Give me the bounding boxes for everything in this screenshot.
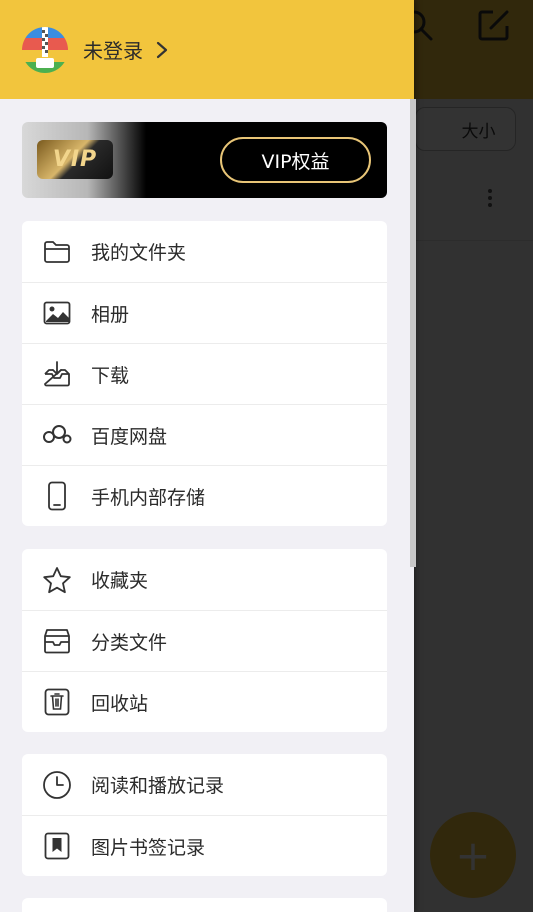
chevron-right-icon[interactable] xyxy=(153,41,171,59)
drawer-scrollbar[interactable] xyxy=(410,99,416,567)
star-icon xyxy=(42,565,72,595)
drawer-header[interactable]: 未登录 xyxy=(0,0,414,99)
menu-item-label: 回收站 xyxy=(91,692,149,715)
menu-item-recycle-bin[interactable]: 回收站 xyxy=(22,671,387,732)
vip-badge-text: VIP xyxy=(52,147,98,172)
category-box-icon xyxy=(42,626,72,656)
menu-item-categorized-files[interactable]: 分类文件 xyxy=(22,610,387,671)
menu-item-label: 手机内部存储 xyxy=(91,486,206,509)
menu-group-collections: 收藏夹 分类文件 回收站 xyxy=(22,549,387,732)
bookmark-icon xyxy=(42,831,72,861)
menu-item-label: 百度网盘 xyxy=(91,425,168,448)
menu-item-my-folders[interactable]: 我的文件夹 xyxy=(22,221,387,282)
menu-item-reading-history[interactable]: 阅读和播放记录 xyxy=(22,754,387,815)
menu-item-label: 图片书签记录 xyxy=(91,836,206,859)
menu-item-label: 收藏夹 xyxy=(91,570,149,592)
menu-group-history: 阅读和播放记录 图片书签记录 xyxy=(22,754,387,876)
menu-group-storage: 我的文件夹 相册 下载 百度网盘 手机内部存储 xyxy=(22,221,387,526)
download-icon xyxy=(42,359,72,389)
navigation-drawer: 未登录 VIP VIP权益 我的文件夹 相册 下载 百度网盘 手机内部存储 收藏… xyxy=(0,0,416,912)
menu-item-favorites[interactable]: 收藏夹 xyxy=(22,549,387,610)
menu-item-label: 相册 xyxy=(91,303,130,326)
vip-badge: VIP xyxy=(37,140,113,179)
folder-icon xyxy=(42,237,72,267)
menu-item-album[interactable]: 相册 xyxy=(22,282,387,343)
zip-app-avatar-icon[interactable] xyxy=(22,26,68,73)
menu-item-phone-storage[interactable]: 手机内部存储 xyxy=(22,465,387,526)
menu-item-label: 分类文件 xyxy=(91,631,168,654)
menu-item-baidu-netdisk[interactable]: 百度网盘 xyxy=(22,404,387,465)
vip-benefits-button[interactable]: VIP权益 xyxy=(220,137,371,183)
menu-item-label: 阅读和播放记录 xyxy=(91,775,225,797)
baidu-netdisk-icon xyxy=(42,420,72,450)
image-icon xyxy=(42,298,72,328)
menu-group-more xyxy=(22,898,387,912)
login-status-text[interactable]: 未登录 xyxy=(83,35,143,64)
menu-item-image-bookmarks[interactable]: 图片书签记录 xyxy=(22,815,387,876)
trash-icon xyxy=(42,687,72,717)
menu-item-downloads[interactable]: 下载 xyxy=(22,343,387,404)
phone-icon xyxy=(42,481,72,511)
clock-icon xyxy=(42,770,72,800)
vip-banner[interactable]: VIP VIP权益 xyxy=(22,122,387,198)
menu-item-label: 下载 xyxy=(91,364,130,387)
menu-item-label: 我的文件夹 xyxy=(91,242,187,264)
